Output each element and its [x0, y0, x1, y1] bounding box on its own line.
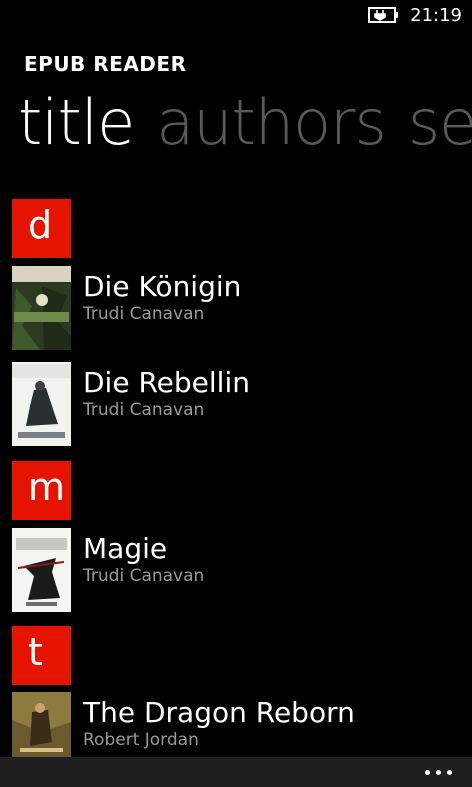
- application-bar: [0, 757, 472, 787]
- book-row[interactable]: Die Königin Trudi Canavan: [12, 266, 462, 351]
- pivot-header: title authors se: [18, 86, 472, 159]
- group-header-m[interactable]: m: [12, 461, 71, 520]
- book-title: The Dragon Reborn: [83, 696, 355, 729]
- book-title: Die Königin: [83, 270, 242, 303]
- book-cover-image: [12, 528, 71, 612]
- pivot-tab-authors[interactable]: authors: [156, 86, 387, 159]
- status-bar: 21:19: [0, 0, 472, 32]
- book-author: Trudi Canavan: [83, 566, 205, 586]
- group-header-t[interactable]: t: [12, 626, 71, 685]
- pivot-tab-title[interactable]: title: [18, 86, 135, 159]
- clock: 21:19: [410, 5, 462, 26]
- ellipsis-dot-icon: [446, 769, 452, 775]
- book-row[interactable]: Magie Trudi Canavan: [12, 528, 462, 613]
- more-options-button[interactable]: [418, 759, 458, 785]
- ellipsis-dot-icon: [435, 769, 441, 775]
- book-cover-image: [12, 266, 71, 350]
- book-author: Trudi Canavan: [83, 304, 205, 324]
- group-header-d[interactable]: d: [12, 199, 71, 258]
- book-cover-image: [12, 362, 71, 446]
- book-title: Die Rebellin: [83, 366, 250, 399]
- book-author: Robert Jordan: [83, 730, 199, 750]
- app-title: EPUB READER: [24, 52, 187, 76]
- battery-charging-icon: [368, 7, 398, 23]
- book-author: Trudi Canavan: [83, 400, 205, 420]
- ellipsis-dot-icon: [424, 769, 430, 775]
- book-title: Magie: [83, 532, 168, 565]
- pivot-tab-series[interactable]: se: [408, 86, 472, 159]
- book-row[interactable]: Die Rebellin Trudi Canavan: [12, 362, 462, 447]
